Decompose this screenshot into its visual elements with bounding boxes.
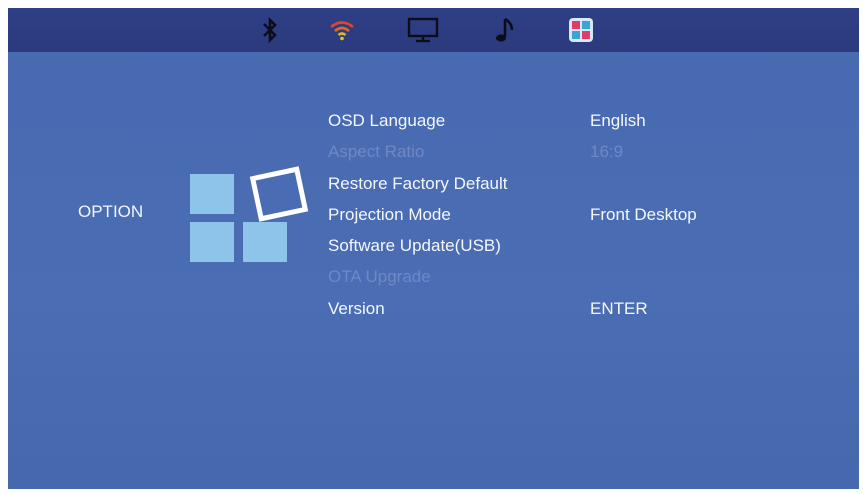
- menu-item-ota-upgrade: OTA Upgrade: [328, 267, 431, 286]
- tile-top-left: [190, 174, 234, 214]
- menu-item-software-update[interactable]: Software Update(USB): [328, 236, 501, 256]
- menu-value-aspect-ratio: 16:9: [590, 142, 624, 161]
- music-icon[interactable]: [484, 8, 524, 52]
- menu-item-osd-language[interactable]: OSD Language: [328, 111, 445, 131]
- menu-item-version[interactable]: Version: [328, 299, 385, 319]
- tile-bottom-left: [190, 222, 234, 262]
- tile-bottom-right: [243, 222, 287, 262]
- menu-item-restore-factory-default[interactable]: Restore Factory Default: [328, 174, 508, 194]
- top-menu-bar: [8, 8, 859, 52]
- menu-value-projection-mode[interactable]: Front Desktop: [590, 205, 697, 225]
- menu-item-aspect-ratio: Aspect Ratio: [328, 142, 425, 161]
- menu-value-version[interactable]: ENTER: [590, 299, 648, 319]
- menu-value-osd-language[interactable]: English: [590, 111, 646, 131]
- menu-item-projection-mode[interactable]: Projection Mode: [328, 205, 451, 225]
- section-title: OPTION: [78, 202, 144, 221]
- monitor-icon[interactable]: [403, 8, 443, 52]
- osd-screen: OPTION OSD Language English Aspect Ratio…: [8, 8, 859, 489]
- wifi-icon[interactable]: [322, 8, 362, 52]
- settings-tile-icon[interactable]: [561, 8, 601, 52]
- bluetooth-icon[interactable]: [250, 8, 290, 52]
